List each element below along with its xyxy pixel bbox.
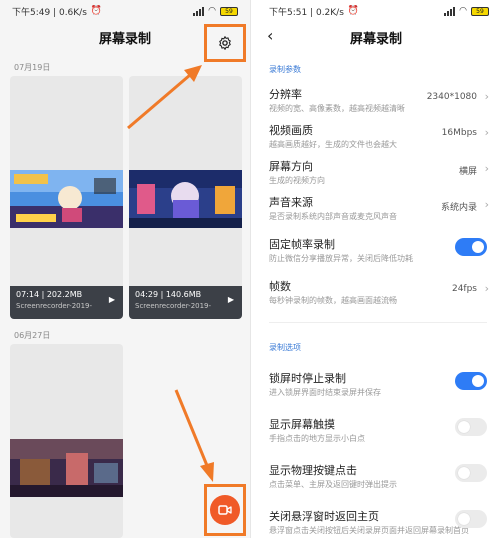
chevron-right-icon: › bbox=[484, 198, 489, 211]
battery-level: 59 bbox=[225, 7, 233, 15]
video-thumbnail bbox=[10, 439, 123, 497]
page-title: 屏幕录制 bbox=[349, 32, 402, 47]
alarm-icon: ⏰ bbox=[90, 6, 103, 16]
show-touches-toggle[interactable] bbox=[455, 418, 487, 436]
status-time: 下午5:51 | 0.2K/s bbox=[269, 7, 344, 18]
alarm-icon: ⏰ bbox=[347, 6, 360, 16]
video-thumbnail bbox=[129, 170, 242, 228]
status-icons: ◠ 59 bbox=[193, 6, 238, 16]
wifi-icon: ◠ bbox=[208, 6, 216, 16]
setting-title: 视频画质 bbox=[269, 124, 313, 137]
play-icon[interactable]: ▶ bbox=[228, 295, 234, 304]
setting-title: 分辨率 bbox=[269, 88, 302, 101]
setting-row-show-touches[interactable]: 显示屏幕触摸 手指点击的地方显示小白点 bbox=[251, 416, 500, 452]
signal-icon bbox=[444, 6, 456, 16]
recording-meta: 04:29 | 140.6MB bbox=[135, 290, 202, 299]
recording-info: 04:29 | 140.6MB Screenrecorder-2019- ▶ bbox=[129, 286, 242, 319]
signal-icon bbox=[193, 6, 205, 16]
record-button-highlight[interactable] bbox=[204, 484, 246, 536]
chevron-right-icon: › bbox=[484, 126, 489, 139]
setting-value: 16Mbps bbox=[441, 128, 477, 138]
setting-value: 横屏 bbox=[458, 167, 477, 177]
date-group-label: 06月27日 bbox=[14, 331, 51, 340]
setting-title: 显示屏幕触摸 bbox=[269, 418, 335, 431]
chevron-right-icon: › bbox=[484, 162, 489, 175]
setting-description: 视频的宽、高像素数，越高视频越清晰 bbox=[269, 104, 405, 113]
toggle-knob bbox=[458, 467, 470, 479]
setting-title: 固定帧率录制 bbox=[269, 238, 335, 251]
settings-button[interactable] bbox=[204, 24, 246, 62]
video-thumbnail bbox=[10, 170, 123, 228]
setting-description: 每秒钟录制的帧数，越高画面越流畅 bbox=[269, 296, 397, 305]
setting-title: 屏幕方向 bbox=[269, 160, 313, 173]
gear-icon bbox=[219, 36, 231, 50]
setting-title: 帧数 bbox=[269, 280, 291, 293]
setting-row-framerate[interactable]: 帧数 每秒钟录制的帧数，越高画面越流畅 24fps › bbox=[251, 278, 500, 314]
setting-description: 越高画质越好，生成的文件也会越大 bbox=[269, 140, 397, 149]
toggle-knob bbox=[458, 513, 470, 525]
setting-description: 防止微信分享播放异常，关闭后降低功耗 bbox=[269, 254, 413, 263]
setting-description: 点击菜单、主屏及返回键时弹出提示 bbox=[269, 480, 397, 489]
status-bar: 下午5:49 | 0.6K/s ⏰ ◠ 59 bbox=[0, 0, 250, 22]
wifi-icon: ◠ bbox=[459, 6, 467, 16]
return-home-toggle[interactable] bbox=[455, 510, 487, 528]
recordings-screen: 下午5:49 | 0.6K/s ⏰ ◠ 59 屏幕录制 07月19日 07:14… bbox=[0, 0, 250, 538]
setting-description: 生成的视频方向 bbox=[269, 176, 325, 185]
settings-screen: 下午5:51 | 0.2K/s ⏰ ◠ 59 ‹ 屏幕录制 录制参数 分辨率 视… bbox=[250, 0, 500, 538]
setting-description: 进入锁屏界面时结束录屏并保存 bbox=[269, 388, 381, 397]
battery-icon: 59 bbox=[220, 6, 238, 16]
recording-card[interactable]: 07:14 | 202.2MB Screenrecorder-2019- ▶ bbox=[10, 76, 123, 319]
setting-row-show-key-presses[interactable]: 显示物理按键点击 点击菜单、主屏及返回键时弹出提示 bbox=[251, 462, 500, 498]
section-label-params: 录制参数 bbox=[269, 65, 301, 74]
battery-level: 59 bbox=[476, 7, 484, 15]
setting-row-quality[interactable]: 视频画质 越高画质越好，生成的文件也会越大 16Mbps › bbox=[251, 122, 500, 158]
setting-row-stop-on-lock[interactable]: 锁屏时停止录制 进入锁屏界面时结束录屏并保存 bbox=[251, 370, 500, 406]
chevron-right-icon: › bbox=[484, 282, 489, 295]
status-time: 下午5:49 | 0.6K/s bbox=[12, 7, 87, 18]
status-bar: 下午5:51 | 0.2K/s ⏰ ◠ 59 bbox=[251, 0, 500, 22]
toggle-knob bbox=[472, 375, 484, 387]
stop-on-lock-toggle[interactable] bbox=[455, 372, 487, 390]
setting-description: 是否录制系统内部声音或麦克风声音 bbox=[269, 212, 397, 221]
setting-row-resolution[interactable]: 分辨率 视频的宽、高像素数，越高视频越清晰 2340*1080 › bbox=[251, 86, 500, 122]
setting-title: 锁屏时停止录制 bbox=[269, 372, 346, 385]
status-icons: ◠ 59 bbox=[444, 6, 489, 16]
setting-description: 手指点击的地方显示小白点 bbox=[269, 434, 365, 443]
setting-row-fixed-framerate[interactable]: 固定帧率录制 防止微信分享播放异常，关闭后降低功耗 bbox=[251, 236, 500, 272]
recording-name: Screenrecorder-2019- bbox=[135, 302, 212, 310]
recording-info: 07:14 | 202.2MB Screenrecorder-2019- ▶ bbox=[10, 286, 123, 319]
recording-card[interactable]: 04:29 | 140.6MB Screenrecorder-2019- ▶ bbox=[129, 76, 242, 319]
setting-row-orientation[interactable]: 屏幕方向 生成的视频方向 横屏 › bbox=[251, 158, 500, 194]
recording-name: Screenrecorder-2019- bbox=[16, 302, 93, 310]
setting-title: 关闭悬浮窗时返回主页 bbox=[269, 510, 379, 523]
play-icon[interactable]: ▶ bbox=[109, 295, 115, 304]
date-group-label: 07月19日 bbox=[14, 63, 51, 72]
toggle-knob bbox=[472, 241, 484, 253]
section-label-options: 录制选项 bbox=[269, 343, 301, 352]
recording-card[interactable] bbox=[10, 344, 123, 538]
fixed-framerate-toggle[interactable] bbox=[455, 238, 487, 256]
setting-value: 2340*1080 bbox=[426, 92, 477, 102]
record-button[interactable] bbox=[210, 495, 240, 525]
video-camera-icon bbox=[218, 505, 232, 515]
setting-row-audio-source[interactable]: 声音来源 是否录制系统内部声音或麦克风声音 系统内录 › bbox=[251, 194, 500, 230]
setting-title: 显示物理按键点击 bbox=[269, 464, 357, 477]
battery-icon: 59 bbox=[471, 6, 489, 16]
setting-row-return-home[interactable]: 关闭悬浮窗时返回主页 悬浮窗点击关闭按钮后关闭录屏页面并返回屏幕录制首页 bbox=[251, 508, 500, 538]
setting-value: 系统内录 bbox=[440, 203, 477, 213]
show-key-presses-toggle[interactable] bbox=[455, 464, 487, 482]
setting-value: 24fps bbox=[451, 284, 477, 294]
section-divider bbox=[269, 322, 487, 323]
recording-meta: 07:14 | 202.2MB bbox=[16, 290, 83, 299]
toggle-knob bbox=[458, 421, 470, 433]
setting-title: 声音来源 bbox=[269, 196, 313, 209]
setting-description: 悬浮窗点击关闭按钮后关闭录屏页面并返回屏幕录制首页 bbox=[269, 526, 469, 535]
chevron-right-icon: › bbox=[484, 90, 489, 103]
